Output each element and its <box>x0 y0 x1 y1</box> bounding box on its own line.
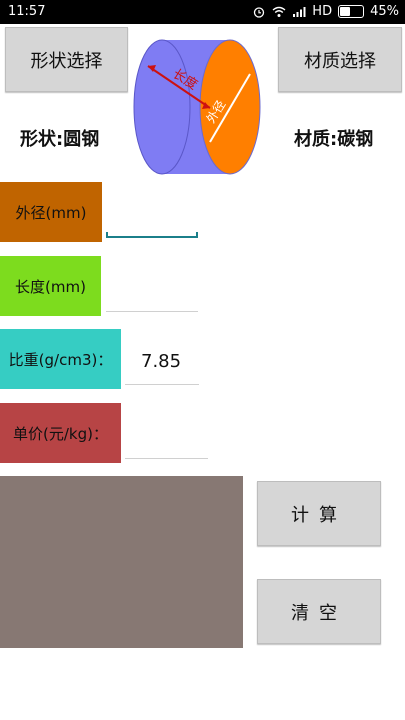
material-info: 材质:碳钢 <box>294 129 374 150</box>
battery-percent: 45% <box>370 4 399 19</box>
network-type: HD <box>312 4 333 19</box>
specific-gravity-label: 比重(g/cm3)： <box>0 329 121 389</box>
length-input[interactable] <box>106 264 198 312</box>
cylinder-diagram: 长度 外径 <box>133 39 261 175</box>
wifi-icon <box>272 6 286 17</box>
length-label-box: 长度(mm) <box>0 256 101 316</box>
unit-price-label: 单价(元/kg)： <box>0 403 121 463</box>
result-panel <box>0 476 243 648</box>
material-select-button[interactable]: 材质选择 <box>278 27 402 92</box>
alarm-icon <box>254 6 265 18</box>
shape-info: 形状:圆钢 <box>20 129 100 150</box>
outer-diameter-label: 外径(mm) <box>0 182 102 242</box>
cylinder-back-face <box>133 39 191 175</box>
status-bar: 11:57 HD 45% <box>0 0 405 24</box>
specific-gravity-input[interactable]: 7.85 <box>125 337 199 385</box>
signal-icon <box>293 6 306 17</box>
calculate-button[interactable]: 计算 <box>257 481 381 546</box>
battery-icon <box>338 5 365 18</box>
outer-diameter-input[interactable] <box>106 190 198 238</box>
status-icons: HD 45% <box>252 4 399 19</box>
unit-price-input[interactable] <box>125 411 208 459</box>
status-time: 11:57 <box>8 4 46 19</box>
shape-select-button[interactable]: 形状选择 <box>5 27 128 92</box>
clear-button[interactable]: 清空 <box>257 579 381 644</box>
